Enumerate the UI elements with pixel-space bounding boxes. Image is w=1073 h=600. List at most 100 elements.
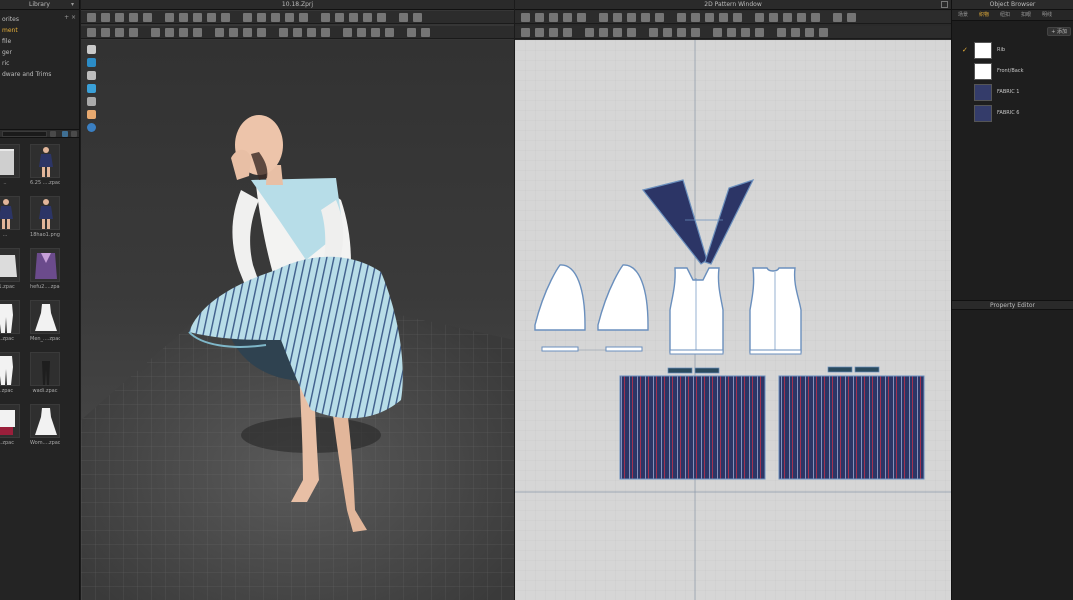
tool-icon[interactable] [805, 28, 814, 37]
library-item[interactable]: ....zpac [0, 404, 20, 448]
tool-icon[interactable] [677, 13, 686, 22]
fabric-item[interactable]: FABRIC 6 [952, 103, 1073, 124]
tool-icon[interactable] [243, 28, 252, 37]
tool-icon[interactable] [335, 13, 344, 22]
remove-folder-icon[interactable]: × [71, 15, 76, 21]
search-icon[interactable] [50, 131, 56, 137]
library-item[interactable]: 18hao1.png [30, 196, 60, 240]
tool-icon[interactable] [613, 28, 622, 37]
fabric-item[interactable]: Front/Back [952, 61, 1073, 82]
tool-icon[interactable] [741, 28, 750, 37]
library-folder-1[interactable]: ment [0, 25, 70, 36]
tool-icon[interactable] [257, 28, 266, 37]
fabric-item[interactable]: ✓ Rib [952, 40, 1073, 61]
tool-icon[interactable] [165, 13, 174, 22]
tool-icon[interactable] [413, 13, 422, 22]
tool-icon[interactable] [713, 28, 722, 37]
tool-icon[interactable] [677, 28, 686, 37]
tool-icon[interactable] [649, 28, 658, 37]
tool-icon[interactable] [243, 13, 252, 22]
tool-icon[interactable] [165, 28, 174, 37]
tool-icon[interactable] [627, 28, 636, 37]
library-folder-2[interactable]: file [0, 36, 70, 47]
pattern-canvas-render[interactable] [515, 40, 951, 600]
tool-icon[interactable] [733, 13, 742, 22]
tool-icon[interactable] [627, 13, 636, 22]
tool-icon[interactable] [115, 28, 124, 37]
tool-icon[interactable] [363, 13, 372, 22]
environment-display-icon[interactable] [87, 123, 96, 132]
tool-icon[interactable] [691, 13, 700, 22]
library-item[interactable]: ....zpac [0, 300, 20, 344]
tool-icon[interactable] [151, 28, 160, 37]
tool-icon[interactable] [299, 13, 308, 22]
tool-icon[interactable] [229, 28, 238, 37]
tool-icon[interactable] [343, 28, 352, 37]
tool-icon[interactable] [641, 13, 650, 22]
fabric-item[interactable]: FABRIC 1 [952, 82, 1073, 103]
tool-icon[interactable] [143, 13, 152, 22]
tool-icon[interactable] [663, 28, 672, 37]
pattern-skirt-tab-1[interactable] [667, 367, 693, 374]
tool-icon[interactable] [769, 13, 778, 22]
tool-icon[interactable] [193, 13, 202, 22]
tool-icon[interactable] [87, 28, 96, 37]
library-folder-4[interactable]: ric [0, 58, 70, 69]
object-browser-tab-3[interactable]: 扣眼 [1019, 11, 1033, 20]
texture-display-icon[interactable] [87, 84, 96, 93]
tool-icon[interactable] [371, 28, 380, 37]
tool-icon[interactable] [421, 28, 430, 37]
pattern-skirt-tab-2[interactable] [694, 367, 720, 374]
library-folder-0[interactable]: orites [0, 14, 70, 25]
tool-icon[interactable] [399, 13, 408, 22]
library-item[interactable]: ... [0, 196, 20, 240]
tool-icon[interactable] [655, 13, 664, 22]
tool-icon[interactable] [129, 28, 138, 37]
tool-icon[interactable] [563, 28, 572, 37]
pattern-cuff-right[interactable] [605, 346, 643, 352]
library-item[interactable]: Wom....zpac [30, 404, 60, 448]
tool-icon[interactable] [179, 28, 188, 37]
library-item[interactable]: .. [0, 144, 20, 188]
view-mode-icon[interactable] [71, 131, 77, 137]
3d-scene-render[interactable] [81, 40, 514, 600]
pattern-canvas[interactable] [515, 40, 951, 600]
library-search-input[interactable] [2, 131, 47, 137]
tool-icon[interactable] [549, 13, 558, 22]
object-browser-tab-1[interactable]: 织物 [977, 11, 991, 20]
library-item[interactable]: hefu2....zpac [30, 248, 60, 292]
tool-icon[interactable] [307, 28, 316, 37]
tool-icon[interactable] [563, 13, 572, 22]
tool-icon[interactable] [577, 13, 586, 22]
tool-icon[interactable] [207, 13, 216, 22]
tool-icon[interactable] [833, 13, 842, 22]
tool-icon[interactable] [521, 28, 530, 37]
tool-icon[interactable] [321, 28, 330, 37]
tool-icon[interactable] [777, 28, 786, 37]
tool-icon[interactable] [535, 28, 544, 37]
tool-icon[interactable] [129, 13, 138, 22]
tool-icon[interactable] [115, 13, 124, 22]
pattern-cuff-left[interactable] [541, 346, 579, 352]
tool-icon[interactable] [385, 28, 394, 37]
tool-icon[interactable] [585, 28, 594, 37]
shirt-display-icon[interactable] [87, 45, 96, 54]
tool-icon[interactable] [349, 13, 358, 22]
tool-icon[interactable] [719, 13, 728, 22]
pattern-front-waistband[interactable] [669, 349, 724, 355]
library-item[interactable]: g1.zpac [0, 248, 20, 292]
tool-icon[interactable] [221, 13, 230, 22]
pattern-skirt-back[interactable] [778, 375, 925, 480]
library-item[interactable]: wadi.zpac [30, 352, 60, 396]
pattern-skirt-tab-3[interactable] [827, 366, 853, 373]
library-folder-5[interactable]: dware and Trims [0, 69, 70, 80]
tool-icon[interactable] [549, 28, 558, 37]
library-item[interactable]: 6.25 ....zpac [30, 144, 60, 188]
library-item[interactable]: ...zpac [0, 352, 20, 396]
tool-icon[interactable] [377, 13, 386, 22]
pattern-front-bodice[interactable] [669, 267, 724, 353]
tool-icon[interactable] [101, 28, 110, 37]
tool-icon[interactable] [521, 13, 530, 22]
pattern-skirt-tab-4[interactable] [854, 366, 880, 373]
library-folder-3[interactable]: ger [0, 47, 70, 58]
